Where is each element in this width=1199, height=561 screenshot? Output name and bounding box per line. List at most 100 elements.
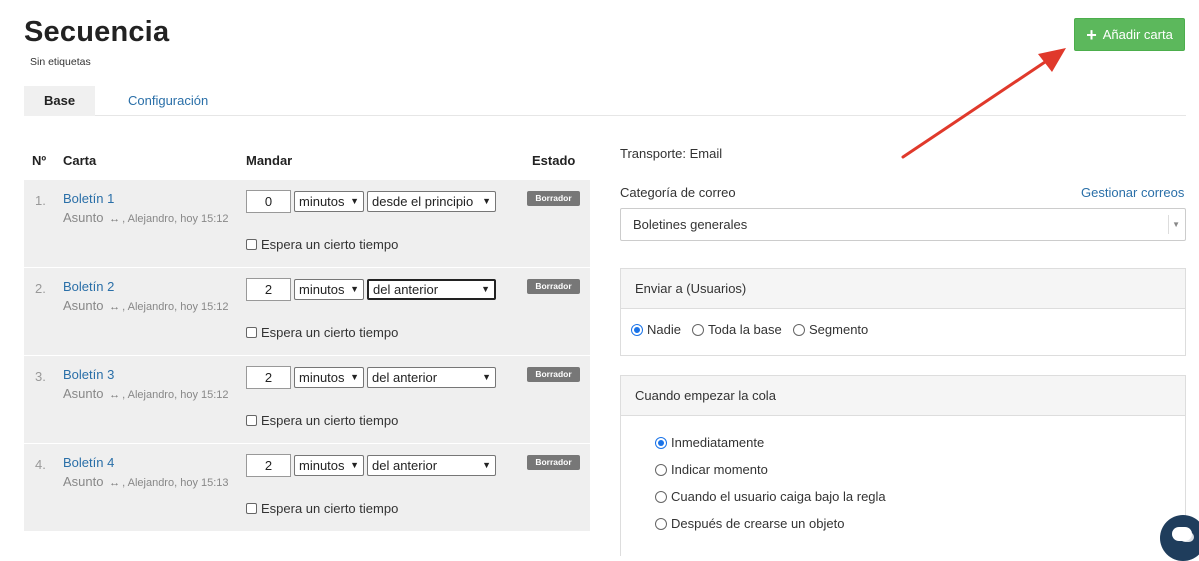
radio-user-rule[interactable]: Cuando el usuario caiga bajo la regla (655, 489, 886, 504)
row-number: 3. (35, 369, 46, 384)
column-header-send: Mandar (246, 153, 293, 168)
mail-category-label: Categoría de correo (620, 185, 736, 200)
radio-set-moment[interactable]: Indicar momento (655, 462, 768, 477)
chat-button[interactable] (1160, 515, 1199, 561)
chevron-down-icon: ▼ (482, 196, 491, 206)
table-row: 1. Boletín 1 Asunto ↔, Alejandro, hoy 15… (24, 180, 590, 268)
delay-unit-select[interactable]: minutos ▼ (294, 279, 364, 300)
radio-button[interactable] (655, 436, 667, 449)
manage-mails-link[interactable]: Gestionar correos (1081, 185, 1184, 200)
delay-amount-input[interactable]: 0 (246, 190, 291, 213)
row-number: 1. (35, 193, 46, 208)
subject-label: Asunto (63, 210, 104, 225)
status-badge: Borrador (527, 455, 580, 470)
table-row: 2. Boletín 2 Asunto ↔, Alejandro, hoy 15… (24, 268, 590, 356)
letter-meta: Asunto ↔, Alejandro, hoy 15:13 (63, 474, 229, 489)
link-icon[interactable]: ↔ (109, 301, 120, 313)
wait-checkbox-label: Espera un cierto tiempo (261, 237, 399, 252)
add-letter-label: Añadir carta (1102, 27, 1173, 42)
chat-icon-bubble (1180, 532, 1194, 542)
radio-label: Después de crearse un objeto (671, 516, 845, 531)
delay-unit-value: minutos (299, 194, 345, 209)
select-divider (1168, 215, 1169, 234)
radio-button[interactable] (631, 323, 643, 336)
chevron-down-icon: ▼ (482, 460, 491, 470)
queue-start-panel: Cuando empezar la cola Inmediatamente In… (620, 375, 1186, 556)
chevron-down-icon: ▼ (350, 372, 359, 382)
radio-button[interactable] (655, 517, 667, 530)
radio-label: Inmediatamente (671, 435, 765, 450)
delay-reference-select[interactable]: del anterior ▼ (367, 455, 496, 476)
tags-label[interactable]: Sin etiquetas (30, 56, 91, 68)
radio-button[interactable] (655, 490, 667, 503)
transport-label: Transporte: Email (620, 146, 723, 161)
chevron-down-icon: ▼ (481, 284, 490, 294)
checkbox-box[interactable] (246, 239, 257, 250)
delay-reference-select[interactable]: del anterior ▼ (367, 279, 496, 300)
delay-reference-value: del anterior (372, 458, 438, 473)
delay-unit-select[interactable]: minutos ▼ (294, 191, 364, 212)
radio-button[interactable] (692, 323, 704, 336)
delay-amount-input[interactable]: 2 (246, 366, 291, 389)
radio-whole-base[interactable]: Toda la base (692, 322, 782, 337)
author-time: , Alejandro, hoy 15:12 (122, 389, 229, 401)
subject-label: Asunto (63, 298, 104, 313)
letter-meta: Asunto ↔, Alejandro, hoy 15:12 (63, 210, 229, 225)
delay-amount-input[interactable]: 2 (246, 278, 291, 301)
plus-icon: + (1086, 24, 1097, 45)
author-time: , Alejandro, hoy 15:12 (122, 213, 229, 225)
delay-reference-value: del anterior (373, 282, 439, 297)
tab-base[interactable]: Base (24, 86, 96, 116)
delay-reference-select[interactable]: del anterior ▼ (367, 367, 496, 388)
wait-checkbox[interactable]: Espera un cierto tiempo (246, 237, 398, 252)
delay-amount-input[interactable]: 2 (246, 454, 291, 477)
link-icon[interactable]: ↔ (109, 477, 120, 489)
radio-button[interactable] (655, 463, 667, 476)
send-to-title: Enviar a (Usuarios) (621, 269, 1185, 309)
subject-label: Asunto (63, 386, 104, 401)
radio-after-object[interactable]: Después de crearse un objeto (655, 516, 844, 531)
send-to-panel: Enviar a (Usuarios) Nadie Toda la base S… (620, 268, 1186, 356)
wait-checkbox[interactable]: Espera un cierto tiempo (246, 413, 398, 428)
column-header-status: Estado (532, 153, 576, 168)
chevron-down-icon: ▼ (350, 196, 359, 206)
checkbox-box[interactable] (246, 415, 257, 426)
mail-category-select[interactable]: Boletines generales ▼ (620, 208, 1186, 241)
checkbox-box[interactable] (246, 327, 257, 338)
delay-unit-select[interactable]: minutos ▼ (294, 455, 364, 476)
checkbox-box[interactable] (246, 503, 257, 514)
letter-meta: Asunto ↔, Alejandro, hoy 15:12 (63, 298, 229, 313)
chevron-down-icon: ▼ (1172, 220, 1180, 229)
delay-reference-value: desde el principio (372, 194, 474, 209)
delay-reference-select[interactable]: desde el principio ▼ (367, 191, 496, 212)
mail-category-value: Boletines generales (633, 217, 748, 232)
radio-immediately[interactable]: Inmediatamente (655, 435, 764, 450)
wait-checkbox-label: Espera un cierto tiempo (261, 413, 399, 428)
radio-segment[interactable]: Segmento (793, 322, 868, 337)
wait-checkbox-label: Espera un cierto tiempo (261, 501, 399, 516)
author-time: , Alejandro, hoy 15:12 (122, 301, 229, 313)
delay-unit-select[interactable]: minutos ▼ (294, 367, 364, 388)
chevron-down-icon: ▼ (350, 284, 359, 294)
tab-configuration[interactable]: Configuración (108, 86, 228, 116)
letter-link[interactable]: Boletín 4 (63, 455, 114, 470)
letter-link[interactable]: Boletín 1 (63, 191, 114, 206)
delay-unit-value: minutos (299, 370, 345, 385)
wait-checkbox[interactable]: Espera un cierto tiempo (246, 325, 398, 340)
add-letter-button[interactable]: + Añadir carta (1074, 18, 1185, 51)
radio-button[interactable] (793, 323, 805, 336)
column-header-letter: Carta (63, 153, 97, 168)
letter-link[interactable]: Boletín 2 (63, 279, 114, 294)
queue-start-title: Cuando empezar la cola (621, 376, 1185, 416)
link-icon[interactable]: ↔ (109, 389, 120, 401)
radio-label: Toda la base (708, 322, 782, 337)
chevron-down-icon: ▼ (350, 460, 359, 470)
table-row: 3. Boletín 3 Asunto ↔, Alejandro, hoy 15… (24, 356, 590, 444)
delay-unit-value: minutos (299, 458, 345, 473)
link-icon[interactable]: ↔ (109, 213, 120, 225)
letter-link[interactable]: Boletín 3 (63, 367, 114, 382)
radio-nobody[interactable]: Nadie (631, 322, 681, 337)
wait-checkbox[interactable]: Espera un cierto tiempo (246, 501, 398, 516)
author-time: , Alejandro, hoy 15:13 (122, 477, 229, 489)
table-row: 4. Boletín 4 Asunto ↔, Alejandro, hoy 15… (24, 444, 590, 532)
